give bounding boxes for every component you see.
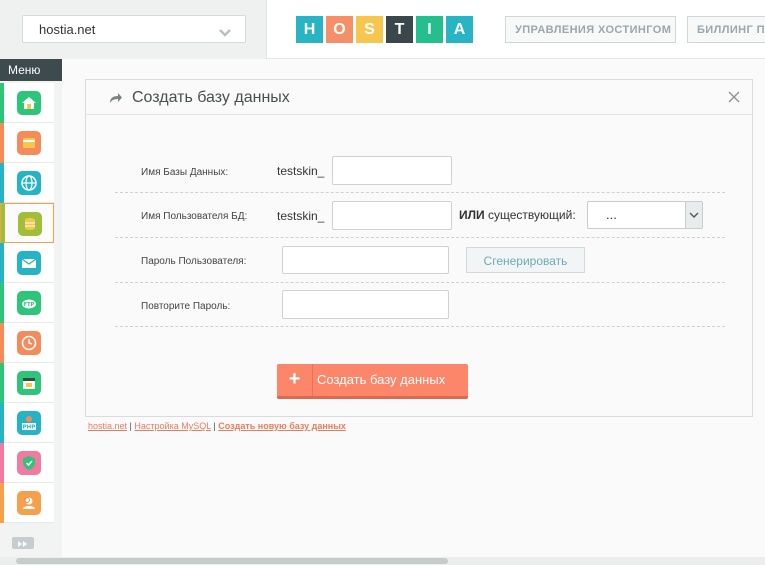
sidebar-item-security[interactable] [0,443,54,483]
php-icon: PHP [17,411,41,435]
sidebar-item-home[interactable] [0,83,54,123]
sidebar-expand-toggle[interactable] [12,537,34,549]
existing-label: существующий: [488,208,576,222]
sidebar-item-cron[interactable] [0,323,54,363]
or-label: ИЛИ [459,208,485,222]
calendar-icon [17,371,41,395]
home-icon [17,91,41,115]
domain-selector[interactable]: hostia.net [22,15,246,43]
panel-header: Создать базу данных [86,80,752,115]
password-repeat-label: Повторите Пароль: [141,301,231,312]
domain-selector-value: hostia.net [39,22,96,37]
sidebar-item-ftp[interactable]: FTP [0,283,54,323]
user-support-icon [17,491,41,515]
generate-password-button[interactable]: Сгенерировать [466,247,585,273]
sidebar-item-support[interactable] [0,483,54,523]
database-icon [18,212,42,236]
nav-billing[interactable]: БИЛЛИНГ П [687,16,765,43]
password-repeat-input[interactable] [282,290,449,319]
svg-text:FTP: FTP [24,302,35,308]
sidebar-item-domains[interactable] [0,163,54,203]
header-right: H O S T I A УПРАВЛЕНИЯ ХОСТИНГОМ БИЛЛИНГ… [267,0,765,59]
create-database-button[interactable]: + Создать базу данных [277,364,468,399]
chevron-down-icon [689,212,699,218]
breadcrumb-link-domain[interactable]: hostia.net [88,421,127,431]
scrollbar-thumb[interactable] [16,558,448,564]
panel-title: Создать базу данных [132,89,290,106]
db-user-input[interactable] [332,201,452,230]
sidebar-item-databases[interactable] [0,203,54,244]
close-icon[interactable] [728,90,740,108]
form-divider [115,282,725,283]
existing-user-select[interactable]: ... [587,201,703,229]
nav-hosting-management[interactable]: УПРАВЛЕНИЯ ХОСТИНГОМ [505,16,676,43]
logo-letter: I [416,16,443,43]
logo-letter: H [296,16,323,43]
sidebar-item-php[interactable]: PHP [0,403,54,443]
breadcrumb-separator: | [213,421,216,431]
sidebar-item-mail[interactable] [0,243,54,283]
form-divider [115,326,725,327]
breadcrumb-separator: | [129,421,132,431]
existing-user-label: ИЛИ существующий: [459,208,576,222]
shield-icon [17,451,41,475]
clock-icon [17,331,41,355]
breadcrumb: hostia.net | Настройка MySQL | Создать н… [88,421,346,431]
form-divider [115,192,725,193]
horizontal-scrollbar[interactable] [0,557,765,565]
svg-text:PHP: PHP [23,425,36,431]
ftp-cloud-icon: FTP [17,291,41,315]
menu-label[interactable]: Меню [0,59,62,81]
breadcrumb-link-mysql[interactable]: Настройка MySQL [134,421,210,431]
password-label: Пароль Пользователя: [141,256,247,267]
db-user-label: Имя Пользователя БД: [141,211,248,222]
db-user-prefix: testskin_ [277,209,325,223]
sidebar: FTP PHP [0,81,62,557]
create-database-button-label: Создать базу данных [317,372,446,387]
db-name-label: Имя Базы Данных: [141,167,229,178]
db-name-prefix: testskin_ [277,164,325,178]
breadcrumb-current[interactable]: Создать новую базу данных [218,421,346,431]
folder-icon [17,131,41,155]
hostia-logo[interactable]: H O S T I A [296,16,473,43]
select-arrow [685,202,702,228]
www-globe-icon [17,171,41,195]
chevron-down-icon [219,25,231,40]
db-name-input[interactable] [332,156,452,185]
existing-user-select-value: ... [606,207,617,222]
sidebar-item-calendar[interactable] [0,363,54,403]
form-divider [115,237,725,238]
password-input[interactable] [282,246,449,274]
logo-letter: S [356,16,383,43]
header-left: hostia.net [0,0,267,59]
sidebar-item-files[interactable] [0,123,54,163]
fast-forward-icon [18,541,27,547]
mail-icon [17,251,41,275]
logo-letter: T [386,16,413,43]
share-arrow-icon [109,91,123,109]
logo-letter: A [446,16,473,43]
logo-letter: O [326,16,353,43]
plus-icon: + [277,364,313,396]
